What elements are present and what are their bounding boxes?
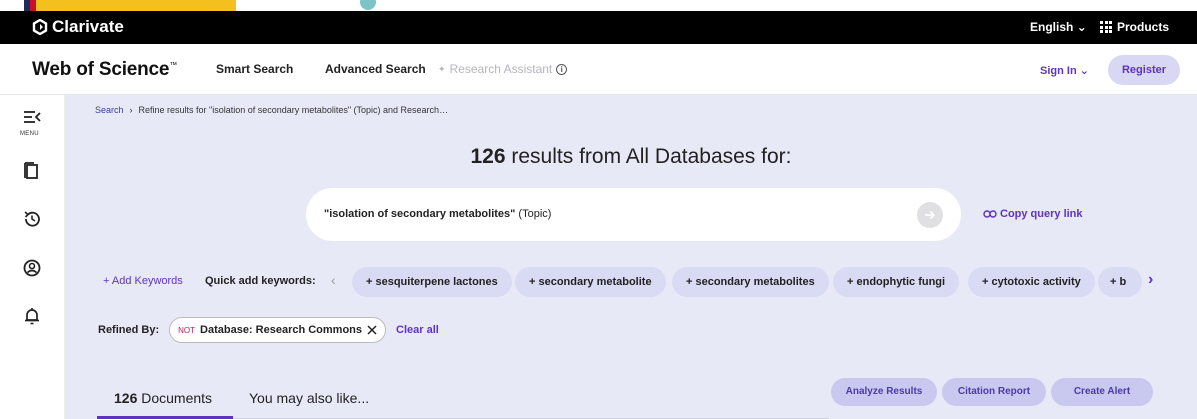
chevron-down-icon: ⌄ [1079, 65, 1089, 77]
results-suffix: results from All Databases for: [505, 145, 792, 168]
deco-block [36, 0, 236, 11]
menu-label: MENU [20, 131, 39, 137]
breadcrumb: Search › Refine results for "isolation o… [95, 105, 448, 115]
sparkle-icon: ✦ [438, 63, 446, 74]
register-button[interactable]: Register [1108, 55, 1180, 85]
top-decoration [0, 0, 1197, 11]
nav-research-assistant[interactable]: ✦ Research Assistant i [438, 62, 568, 76]
left-rail [0, 95, 65, 419]
menu-icon[interactable] [22, 107, 42, 127]
not-badge: NOT [178, 325, 196, 335]
chevron-left-icon[interactable]: ‹ [331, 272, 336, 288]
filter-chip[interactable]: NOT Database: Research Commons [169, 317, 387, 343]
copy-link-label: Copy query link [1000, 208, 1083, 220]
deco-dot [360, 0, 376, 10]
products-menu[interactable]: Products [1100, 20, 1169, 34]
arrow-right-icon [925, 210, 936, 220]
breadcrumb-current: Refine results for "isolation of seconda… [138, 105, 449, 115]
search-go-button[interactable] [917, 202, 943, 228]
trademark: ™ [169, 60, 178, 70]
keyword-chip[interactable]: + sesquiterpene lactones [352, 267, 512, 297]
language-selector[interactable]: English ⌄ [1030, 20, 1087, 34]
language-label: English [1030, 20, 1074, 34]
quick-add-label: Quick add keywords: [205, 275, 316, 287]
grid-icon [1100, 21, 1112, 33]
chevron-down-icon: ⌄ [1076, 20, 1087, 34]
citation-report-button[interactable]: Citation Report [942, 378, 1046, 406]
research-assistant-label: Research Assistant [449, 62, 553, 76]
query-text: "isolation of secondary metabolites" (To… [324, 208, 551, 220]
analyze-results-button[interactable]: Analyze Results [831, 378, 937, 406]
clarivate-brand-text: Clarivate [52, 17, 124, 36]
create-alert-button[interactable]: Create Alert [1051, 378, 1153, 406]
tab-documents[interactable]: 126 Documents [114, 390, 212, 406]
main-content: Search › Refine results for "isolation o… [65, 95, 1197, 419]
keyword-chip[interactable]: + b [1098, 267, 1142, 297]
sign-in-button[interactable]: Sign In ⌄ [1040, 64, 1089, 77]
close-icon[interactable] [367, 325, 377, 335]
clear-all-button[interactable]: Clear all [396, 324, 439, 336]
tab-you-may-also-like[interactable]: You may also like... [249, 390, 369, 406]
keyword-chip[interactable]: + secondary metabolite [515, 267, 666, 297]
refined-by-row: Refined By: NOT Database: Research Commo… [98, 317, 439, 343]
keyword-chip[interactable]: + secondary metabolites [672, 267, 829, 297]
filter-label: Database: Research Commons [200, 324, 363, 336]
chevron-right-icon: › [129, 105, 133, 115]
results-heading: 126 results from All Databases for: [65, 145, 1197, 169]
clarivate-logo-icon [32, 19, 48, 35]
nav-smart-search[interactable]: Smart Search [216, 62, 293, 76]
query-field: (Topic) [515, 208, 552, 220]
copy-query-link[interactable]: Copy query link [983, 208, 1083, 220]
nav-advanced-search[interactable]: Advanced Search [325, 62, 426, 76]
documents-count: 126 [114, 390, 138, 406]
bell-icon[interactable] [22, 306, 42, 326]
breadcrumb-search-link[interactable]: Search [95, 105, 124, 115]
query-term: "isolation of secondary metabolites" [324, 208, 516, 220]
documents-label: Documents [137, 390, 213, 406]
refined-by-label: Refined By: [98, 324, 160, 336]
wos-logo-text: Web of Science [32, 59, 170, 80]
link-icon [983, 210, 997, 218]
query-box[interactable]: "isolation of secondary metabolites" (To… [306, 188, 961, 241]
keyword-chip[interactable]: + endophytic fungi [833, 267, 960, 297]
results-count: 126 [470, 145, 506, 168]
keyword-chip[interactable]: + cytotoxic activity [968, 267, 1095, 297]
bookmark-icon[interactable] [22, 161, 42, 181]
sign-in-label: Sign In [1040, 65, 1077, 77]
clarivate-topbar: Clarivate English ⌄ Products [0, 11, 1197, 44]
chevron-right-icon[interactable]: › [1148, 271, 1153, 289]
clarivate-logo[interactable]: Clarivate [32, 17, 124, 37]
history-icon[interactable] [22, 209, 42, 229]
wos-header: Web of Science™ Smart Search Advanced Se… [0, 44, 1197, 95]
products-label: Products [1117, 20, 1170, 34]
wos-logo[interactable]: Web of Science™ [32, 59, 177, 81]
results-tabs: 126 Documents You may also like... [97, 380, 829, 419]
info-icon[interactable]: i [556, 63, 568, 75]
add-keywords-button[interactable]: + Add Keywords [103, 275, 183, 287]
profile-icon[interactable] [22, 258, 42, 278]
